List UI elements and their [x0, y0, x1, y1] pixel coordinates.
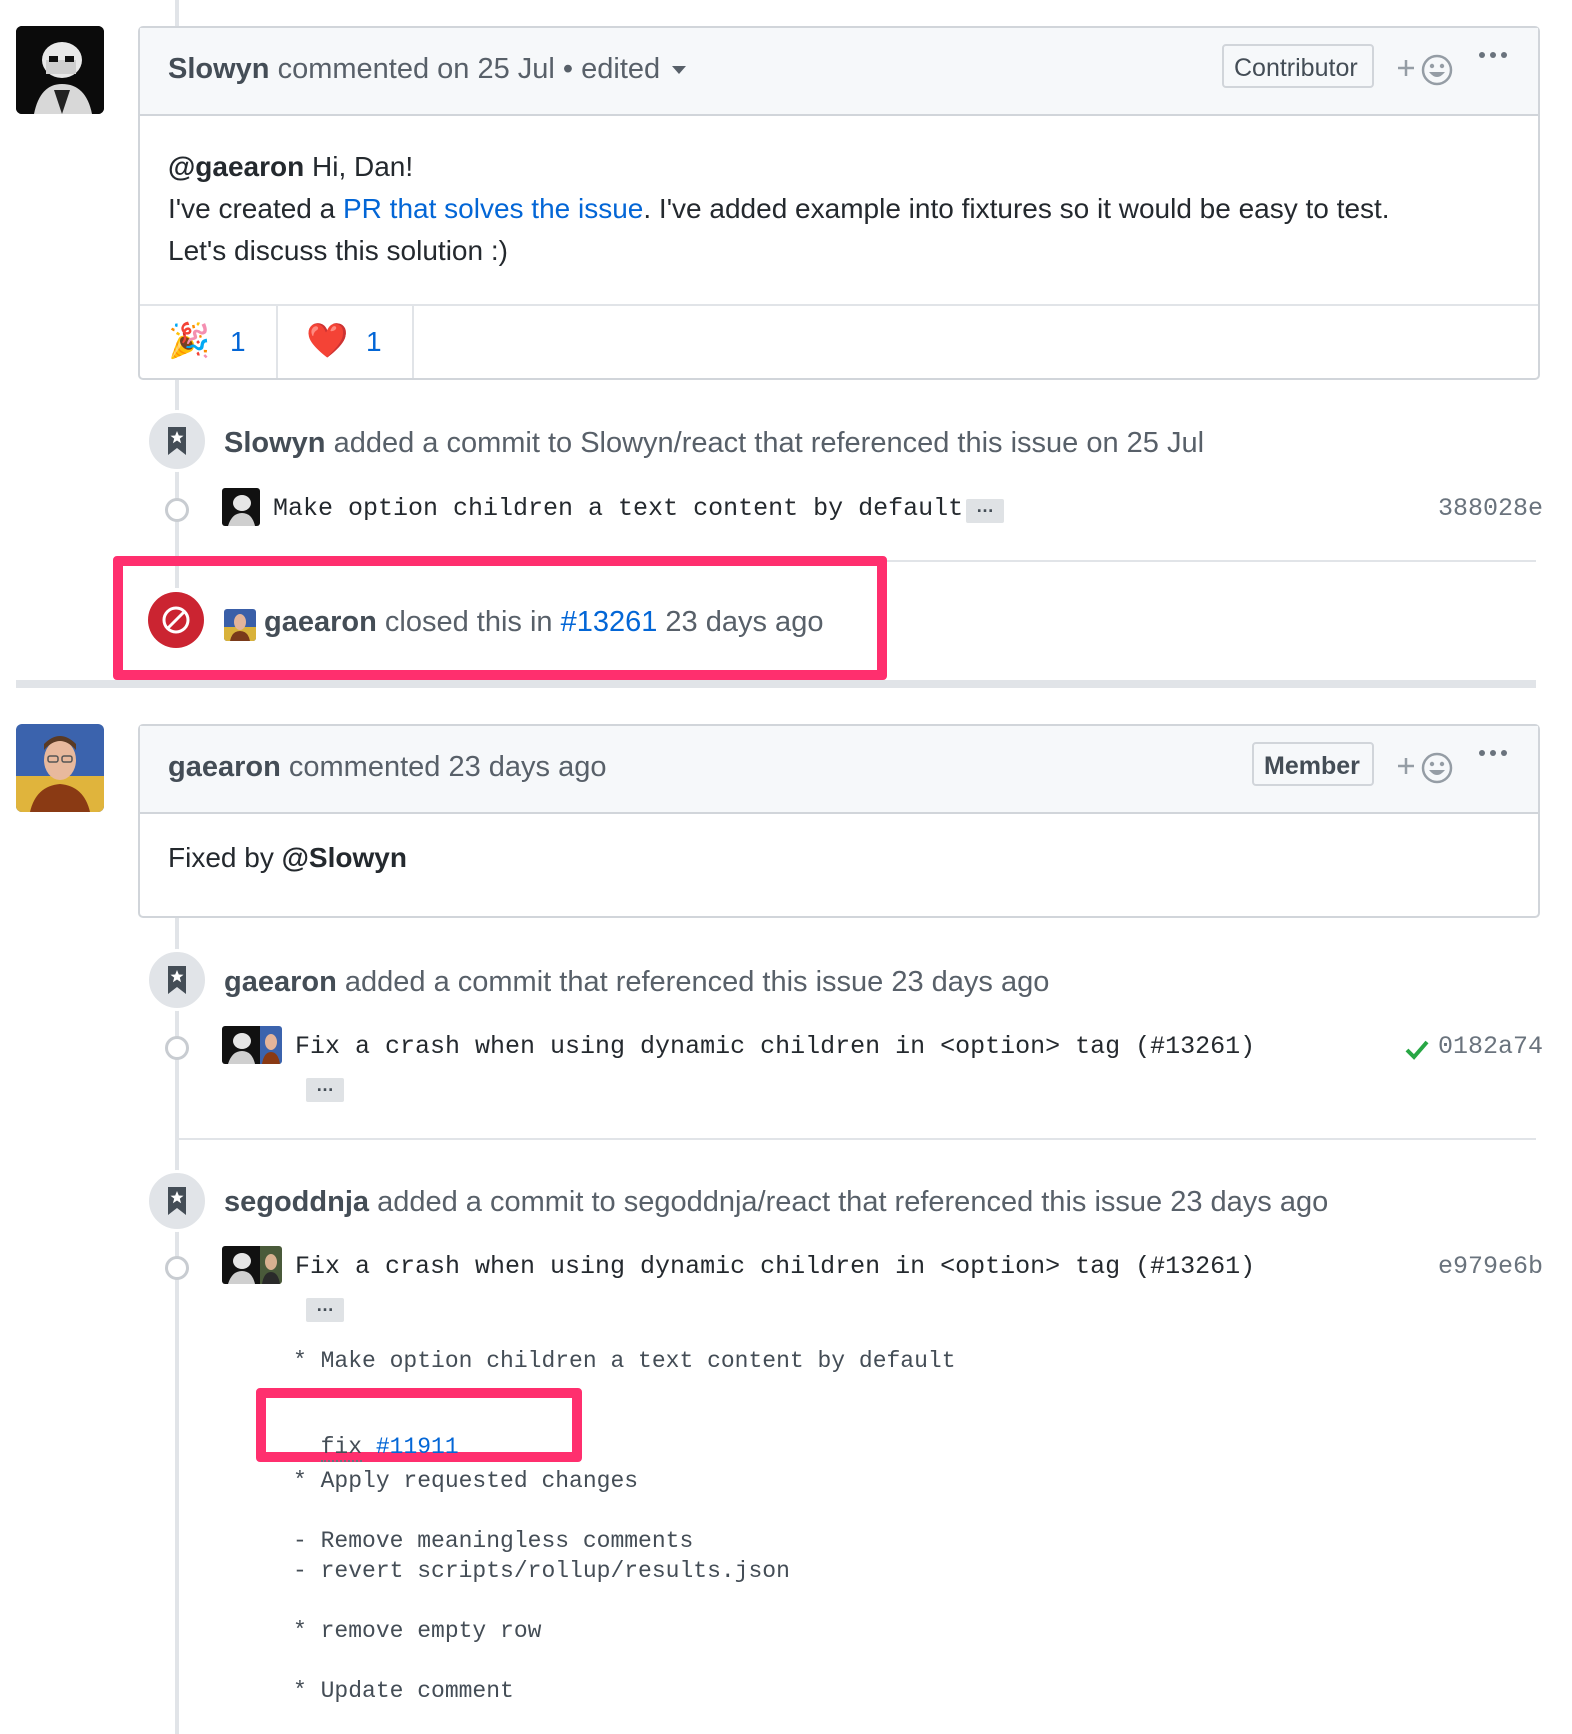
contributor-label: Contributor [1222, 44, 1374, 88]
comment-body-line: Let's discuss this solution :) [168, 235, 508, 266]
commit-dot-icon [165, 1256, 189, 1280]
user-mention[interactable]: @gaearon [168, 151, 304, 182]
avatar-slowyn[interactable] [16, 26, 104, 114]
commit-author-avatar[interactable] [222, 1246, 282, 1284]
comment-body-line: I've created a PR that solves the issue.… [168, 193, 1390, 224]
commit-badge [146, 1170, 208, 1232]
member-label: Member [1252, 742, 1374, 786]
pr-link[interactable]: #13261 [561, 606, 658, 638]
reactions-bar: 🎉 1 ❤️ 1 [140, 304, 1538, 378]
comment-header-text: gaearon commented 23 days ago [168, 751, 606, 784]
commit-badge [146, 410, 208, 472]
timeline-line-top [175, 0, 179, 28]
reaction-heart[interactable]: ❤️ 1 [276, 306, 414, 378]
timeline-divider-thick [16, 680, 1536, 688]
reaction-count: 1 [366, 326, 382, 357]
bookmark-icon [168, 1187, 186, 1215]
closed-circle-slash-icon [162, 606, 190, 634]
comment-body: @gaearon Hi, Dan! I've created a PR that… [168, 146, 1390, 272]
event-text: gaearon added a commit that referenced t… [224, 966, 1050, 998]
more-options-icon[interactable] [1478, 40, 1508, 78]
reaction-party[interactable]: 🎉 1 [140, 306, 278, 378]
event-actor[interactable]: Slowyn [224, 427, 326, 459]
closed-event-text: gaearon closed this in #13261 23 days ag… [264, 606, 824, 638]
comment-gaearon: gaearon commented 23 days ago Member Fix… [138, 724, 1540, 918]
commit-author-avatar[interactable] [222, 488, 260, 526]
event-actor[interactable]: segoddnja [224, 1186, 369, 1218]
commit-description-line: * Update comment [293, 1678, 514, 1704]
expand-commit-button[interactable]: … [966, 497, 1004, 523]
comment-meta[interactable]: commented 23 days ago [289, 751, 607, 783]
comment-author[interactable]: gaearon [168, 751, 281, 783]
expand-commit-button[interactable]: … [306, 1076, 344, 1102]
more-options-icon[interactable] [1478, 738, 1508, 776]
comment-meta[interactable]: commented on 25 Jul • edited [278, 53, 661, 85]
commit-sha[interactable]: e979e6b [1438, 1252, 1543, 1281]
commit-dot-icon [165, 1036, 189, 1060]
pr-link[interactable]: PR that solves the issue [343, 193, 643, 224]
bookmark-icon [168, 427, 186, 455]
comment-header: gaearon commented 23 days ago Member [140, 726, 1538, 814]
fix-keyword[interactable]: fix [320, 1434, 363, 1462]
timeline-divider [175, 1138, 1536, 1140]
add-reaction-icon [1398, 752, 1453, 784]
comment-author[interactable]: Slowyn [168, 53, 270, 85]
comment-body: Fixed by @Slowyn [168, 842, 407, 873]
check-icon[interactable] [1404, 1036, 1430, 1067]
commit-badge [146, 949, 208, 1011]
party-popper-icon: 🎉 [168, 322, 211, 360]
commit-description-line: * Apply requested changes [293, 1468, 639, 1494]
event-actor[interactable]: gaearon [264, 606, 377, 638]
issue-link[interactable]: #11911 [376, 1434, 459, 1460]
user-mention[interactable]: @Slowyn [282, 842, 407, 873]
commit-description-line: * Make option children a text content by… [293, 1348, 956, 1374]
commit-description-line: fix #11911 [293, 1408, 459, 1462]
add-reaction-button[interactable] [1396, 52, 1458, 96]
comment-header-text: Slowyn commented on 25 Jul • edited [168, 53, 687, 86]
comment-body-line: @gaearon Hi, Dan! [168, 151, 414, 182]
comment-header: Slowyn commented on 25 Jul • edited Cont… [140, 28, 1538, 116]
commit-sha[interactable]: 0182a74 [1438, 1032, 1543, 1061]
commit-sha[interactable]: 388028e [1438, 494, 1543, 523]
comment-slowyn: Slowyn commented on 25 Jul • edited Cont… [138, 26, 1540, 380]
commit-description-line: - Remove meaningless comments [293, 1528, 694, 1554]
commit-author-avatar[interactable] [222, 1026, 282, 1064]
chevron-down-icon[interactable] [672, 66, 687, 75]
event-text: Slowyn added a commit to Slowyn/react th… [224, 427, 1205, 459]
commit-description-line: * remove empty row [293, 1618, 542, 1644]
add-reaction-button[interactable] [1396, 750, 1458, 794]
commit-message[interactable]: Make option children a text content by d… [273, 494, 963, 523]
reaction-count: 1 [230, 326, 246, 357]
commit-message[interactable]: Fix a crash when using dynamic children … [295, 1032, 1255, 1061]
heart-icon: ❤️ [306, 322, 349, 360]
closed-badge [148, 592, 204, 648]
commit-description-line: - revert scripts/rollup/results.json [293, 1558, 790, 1584]
expand-commit-button[interactable]: … [306, 1296, 344, 1322]
commit-message[interactable]: Fix a crash when using dynamic children … [295, 1252, 1255, 1281]
bookmark-icon [168, 966, 186, 994]
commit-dot-icon [165, 498, 189, 522]
event-actor[interactable]: gaearon [224, 966, 337, 998]
actor-avatar[interactable] [224, 609, 256, 641]
add-reaction-icon [1398, 54, 1453, 86]
avatar-gaearon[interactable] [16, 724, 104, 812]
event-text: segoddnja added a commit to segoddnja/re… [224, 1186, 1329, 1218]
